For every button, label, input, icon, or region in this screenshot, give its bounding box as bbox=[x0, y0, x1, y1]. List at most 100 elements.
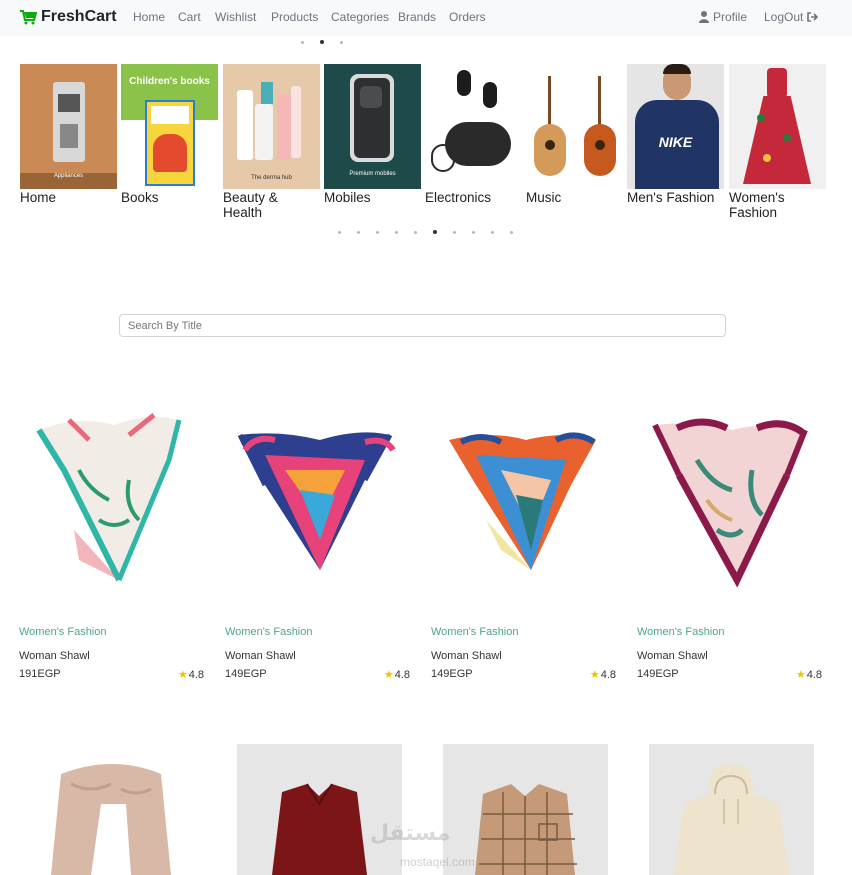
category-label: Home bbox=[20, 190, 57, 205]
watermark-url: mostaqel.com bbox=[400, 855, 475, 869]
navbar: FreshCart Home Cart Wishlist Products Ca… bbox=[0, 0, 852, 36]
rating-value: 4.8 bbox=[600, 668, 616, 681]
slider-dot[interactable] bbox=[453, 230, 456, 234]
category-home[interactable]: Appliances Home bbox=[20, 64, 117, 205]
category-image bbox=[729, 64, 826, 189]
product-image bbox=[431, 400, 621, 600]
category-image-caption: NIKE bbox=[658, 134, 693, 150]
product-image bbox=[237, 744, 402, 875]
slider-dot[interactable] bbox=[376, 230, 379, 234]
category-image: The derma hub bbox=[223, 64, 320, 189]
logout-link[interactable]: LogOut bbox=[764, 10, 819, 24]
category-image-caption: Appliances bbox=[53, 173, 84, 179]
product-image bbox=[649, 744, 814, 875]
category-label: Beauty & Health bbox=[223, 190, 278, 220]
product-title: Woman Shawl bbox=[431, 650, 502, 662]
cart-icon bbox=[20, 10, 37, 25]
logout-label: LogOut bbox=[764, 10, 804, 24]
product-rating: ★ 4.8 bbox=[177, 668, 204, 682]
product-category: Women's Fashion bbox=[225, 626, 313, 638]
product-price: 149EGP bbox=[431, 668, 473, 680]
slider-dot-active[interactable] bbox=[320, 40, 324, 44]
category-mobiles[interactable]: Premium mobiles Mobiles bbox=[324, 64, 421, 205]
product-category: Women's Fashion bbox=[637, 626, 725, 638]
category-image: Appliances bbox=[20, 64, 117, 189]
product-image bbox=[225, 400, 415, 600]
category-image: Premium mobiles bbox=[324, 64, 421, 189]
nav-home[interactable]: Home bbox=[133, 10, 165, 24]
category-label: Electronics bbox=[425, 190, 492, 205]
category-image bbox=[526, 64, 623, 189]
product-card[interactable]: Women's Fashion Woman Shawl 149EGP ★ 4.8 bbox=[225, 400, 415, 690]
product-rating: ★ 4.8 bbox=[383, 668, 410, 682]
slider-dot[interactable] bbox=[414, 230, 417, 234]
brand-name: FreshCart bbox=[41, 8, 117, 25]
logout-icon bbox=[807, 12, 819, 22]
product-card[interactable] bbox=[31, 744, 196, 875]
rating-value: 4.8 bbox=[394, 668, 410, 681]
rating-value: 4.8 bbox=[188, 668, 204, 681]
product-card[interactable] bbox=[649, 744, 814, 875]
product-rating: ★ 4.8 bbox=[589, 668, 616, 682]
profile-link[interactable]: Profile bbox=[699, 10, 747, 24]
slider-dot[interactable] bbox=[340, 40, 343, 44]
rating-value: 4.8 bbox=[806, 668, 822, 681]
category-image bbox=[425, 64, 522, 189]
category-womens-fashion[interactable]: Women's Fashion bbox=[729, 64, 826, 220]
category-label: Women's Fashion bbox=[729, 190, 785, 220]
category-image-caption: Premium mobiles bbox=[349, 171, 396, 177]
category-image-caption: Children's books bbox=[129, 76, 210, 87]
product-image bbox=[31, 744, 196, 875]
product-card[interactable]: Women's Fashion Woman Shawl 191EGP ★ 4.8 bbox=[19, 400, 209, 690]
user-icon bbox=[699, 11, 709, 23]
product-price: 191EGP bbox=[19, 668, 61, 680]
slider-dot-active[interactable] bbox=[433, 230, 437, 234]
category-beauty-health[interactable]: The derma hub Beauty & Health bbox=[223, 64, 320, 220]
category-label: Music bbox=[526, 190, 562, 205]
slider-dot[interactable] bbox=[338, 230, 341, 234]
category-image: Children's books bbox=[121, 64, 218, 189]
product-category: Women's Fashion bbox=[19, 626, 107, 638]
product-title: Woman Shawl bbox=[19, 650, 90, 662]
slider-dot[interactable] bbox=[491, 230, 494, 234]
category-books[interactable]: Children's books Books bbox=[121, 64, 218, 205]
category-music[interactable]: Music bbox=[526, 64, 623, 205]
product-rating: ★ 4.8 bbox=[796, 668, 822, 682]
nav-cart[interactable]: Cart bbox=[178, 10, 201, 24]
nav-products[interactable]: Products bbox=[271, 10, 318, 24]
star-icon: ★ bbox=[383, 669, 394, 681]
category-label: Mobiles bbox=[324, 190, 371, 205]
category-image: NIKE bbox=[627, 64, 724, 189]
product-image bbox=[637, 400, 827, 600]
category-label: Books bbox=[121, 190, 159, 205]
product-card[interactable] bbox=[237, 744, 402, 875]
brand-logo[interactable]: FreshCart bbox=[19, 7, 117, 27]
category-mens-fashion[interactable]: NIKE Men's Fashion bbox=[627, 64, 724, 205]
product-category: Women's Fashion bbox=[431, 626, 519, 638]
nav-wishlist[interactable]: Wishlist bbox=[215, 10, 256, 24]
category-image-caption: The derma hub bbox=[251, 175, 292, 181]
product-price: 149EGP bbox=[637, 668, 679, 680]
slider-dot[interactable] bbox=[301, 40, 304, 44]
product-card[interactable]: Women's Fashion Woman Shawl 149EGP ★ 4.8 bbox=[637, 400, 827, 690]
nav-brands[interactable]: Brands bbox=[398, 10, 436, 24]
product-image bbox=[19, 400, 209, 600]
main-slider-dots bbox=[301, 40, 343, 44]
nav-orders[interactable]: Orders bbox=[449, 10, 486, 24]
nav-categories[interactable]: Categories bbox=[331, 10, 389, 24]
star-icon: ★ bbox=[177, 669, 188, 681]
product-title: Woman Shawl bbox=[225, 650, 296, 662]
watermark: مستقل bbox=[370, 820, 451, 845]
search-input[interactable] bbox=[119, 314, 726, 337]
product-price: 149EGP bbox=[225, 668, 267, 680]
slider-dot[interactable] bbox=[510, 230, 513, 234]
profile-label: Profile bbox=[713, 10, 748, 24]
category-label: Men's Fashion bbox=[627, 190, 715, 205]
category-slider-dots bbox=[338, 230, 513, 234]
slider-dot[interactable] bbox=[357, 230, 360, 234]
star-icon: ★ bbox=[589, 669, 600, 681]
product-card[interactable]: Women's Fashion Woman Shawl 149EGP ★ 4.8 bbox=[431, 400, 621, 690]
slider-dot[interactable] bbox=[395, 230, 398, 234]
slider-dot[interactable] bbox=[472, 230, 475, 234]
category-electronics[interactable]: Electronics bbox=[425, 64, 522, 205]
